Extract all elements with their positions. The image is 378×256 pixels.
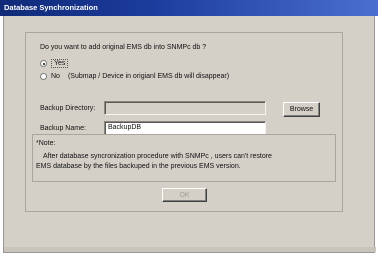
yes-label[interactable]: Yes: [51, 59, 69, 68]
bottom-edge: [4, 247, 376, 252]
yes-option[interactable]: Yes: [40, 59, 69, 68]
question-text: Do you want to add original EMS db into …: [40, 44, 207, 51]
note-box: *Note: After database syncronization pro…: [32, 134, 336, 182]
note-line-1: After database syncronization procedure …: [43, 153, 272, 160]
backup-name-label: Backup Name:: [40, 125, 86, 132]
dialog-body: Do you want to add original EMS db into …: [3, 16, 376, 253]
no-radio[interactable]: [40, 73, 47, 80]
no-option-note: (Submap / Device in origianl EMS db will…: [67, 73, 230, 80]
yes-radio[interactable]: [40, 60, 47, 67]
backup-name-input[interactable]: BackupDB: [104, 121, 266, 135]
browse-button[interactable]: Browse: [283, 102, 320, 117]
no-label[interactable]: No: [51, 73, 60, 80]
backup-directory-label: Backup Directory:: [40, 105, 96, 112]
note-line-2: EMS database by the files backuped in th…: [36, 163, 241, 170]
ok-button[interactable]: OK: [162, 188, 207, 202]
note-title: *Note:: [36, 140, 56, 147]
title-bar[interactable]: Database Synchronization: [0, 0, 378, 16]
no-option[interactable]: No (Submap / Device in origianl EMS db w…: [40, 73, 229, 80]
database-sync-dialog: Database Synchronization Do you want to …: [0, 0, 378, 256]
backup-directory-field: [104, 101, 266, 115]
window-title: Database Synchronization: [4, 3, 98, 12]
